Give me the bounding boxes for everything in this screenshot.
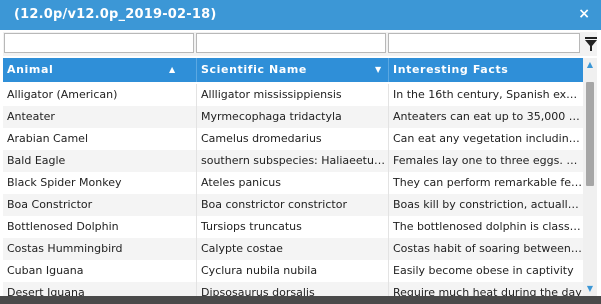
vertical-scrollbar[interactable]: ▲ ▼ bbox=[583, 58, 597, 296]
cell-animal[interactable]: Alligator (American) bbox=[3, 84, 196, 106]
table-row[interactable]: Anteater Myrmecophaga tridactyla Anteate… bbox=[3, 106, 583, 128]
table-row[interactable]: Alligator (American) Allligator mississi… bbox=[3, 84, 583, 106]
scroll-up-icon[interactable]: ▲ bbox=[583, 58, 597, 72]
filter-scientific-input[interactable] bbox=[197, 36, 385, 55]
cell-interesting-facts[interactable]: Females lay one to three eggs. Very rare… bbox=[388, 150, 583, 172]
cell-animal[interactable]: Anteater bbox=[3, 106, 196, 128]
table-row[interactable]: Bottlenosed Dolphin Tursiops truncatus T… bbox=[3, 216, 583, 238]
table-row[interactable]: Boa Constrictor Boa constrictor constric… bbox=[3, 194, 583, 216]
column-header-facts-label: Interesting Facts bbox=[393, 63, 509, 76]
cell-animal[interactable]: Black Spider Monkey bbox=[3, 172, 196, 194]
table-row[interactable]: Costas Hummingbird Calypte costae Costas… bbox=[3, 238, 583, 260]
sort-ascending-icon: ▲ bbox=[169, 65, 176, 74]
cell-interesting-facts[interactable]: Costas habit of soaring between flowers bbox=[388, 238, 583, 260]
scroll-down-icon[interactable]: ▼ bbox=[583, 282, 597, 296]
cell-animal[interactable]: Bald Eagle bbox=[3, 150, 196, 172]
filter-row bbox=[3, 32, 597, 56]
cell-animal[interactable]: Bottlenosed Dolphin bbox=[3, 216, 196, 238]
table-row[interactable]: Cuban Iguana Cyclura nubila nubila Easil… bbox=[3, 260, 583, 282]
cell-interesting-facts[interactable]: In the 16th century, Spanish explorers c… bbox=[388, 84, 583, 106]
cell-interesting-facts[interactable]: Anteaters can eat up to 35,000 ants a da… bbox=[388, 106, 583, 128]
column-header-interesting-facts[interactable]: Interesting Facts bbox=[389, 58, 583, 82]
table-row[interactable]: Bald Eagle southern subspecies: Haliaeet… bbox=[3, 150, 583, 172]
cell-animal[interactable]: Costas Hummingbird bbox=[3, 238, 196, 260]
cell-scientific-name[interactable]: southern subspecies: Haliaeetus leucocep… bbox=[196, 150, 388, 172]
cell-animal[interactable]: Desert Iguana bbox=[3, 282, 196, 296]
filter-funnel-icon[interactable] bbox=[585, 36, 597, 52]
cell-scientific-name[interactable]: Tursiops truncatus bbox=[196, 216, 388, 238]
cell-scientific-name[interactable]: Boa constrictor constrictor bbox=[196, 194, 388, 216]
cell-scientific-name[interactable]: Calypte costae bbox=[196, 238, 388, 260]
dropdown-arrow-icon[interactable]: ▼ bbox=[375, 58, 382, 82]
cell-interesting-facts[interactable]: Easily become obese in captivity bbox=[388, 260, 583, 282]
table-row[interactable]: Desert Iguana Dipsosaurus dorsalis Requi… bbox=[3, 282, 583, 296]
grid-window: (12.0p/v12.0p_2019-02-18) × Animal ▲ Sci… bbox=[0, 0, 601, 304]
column-header-scientific-label: Scientific Name bbox=[201, 63, 307, 76]
filter-animal[interactable] bbox=[4, 33, 194, 55]
cell-scientific-name[interactable]: Cyclura nubila nubila bbox=[196, 260, 388, 282]
filter-animal-input[interactable] bbox=[5, 36, 193, 55]
cell-scientific-name[interactable]: Allligator mississippiensis bbox=[196, 84, 388, 106]
column-header-animal-label: Animal bbox=[7, 63, 54, 76]
cell-scientific-name[interactable]: Myrmecophaga tridactyla bbox=[196, 106, 388, 128]
cell-interesting-facts[interactable]: They can perform remarkable feats in the… bbox=[388, 172, 583, 194]
column-header-scientific-name[interactable]: Scientific Name ▼ bbox=[197, 58, 388, 82]
cell-interesting-facts[interactable]: Can eat any vegetation including thorny … bbox=[388, 128, 583, 150]
cell-animal[interactable]: Boa Constrictor bbox=[3, 194, 196, 216]
title-bar: (12.0p/v12.0p_2019-02-18) × bbox=[0, 0, 601, 30]
cell-scientific-name[interactable]: Ateles panicus bbox=[196, 172, 388, 194]
cell-animal[interactable]: Cuban Iguana bbox=[3, 260, 196, 282]
cell-scientific-name[interactable]: Dipsosaurus dorsalis bbox=[196, 282, 388, 296]
cell-interesting-facts[interactable]: Boas kill by constriction, actually suff… bbox=[388, 194, 583, 216]
scrollbar-thumb[interactable] bbox=[586, 82, 594, 186]
cell-animal[interactable]: Arabian Camel bbox=[3, 128, 196, 150]
column-header-row: Animal ▲ Scientific Name ▼ Interesting F… bbox=[3, 58, 583, 82]
cell-scientific-name[interactable]: Camelus dromedarius bbox=[196, 128, 388, 150]
filter-facts[interactable] bbox=[388, 33, 580, 55]
filter-scientific[interactable] bbox=[196, 33, 386, 55]
column-header-animal[interactable]: Animal ▲ bbox=[3, 58, 196, 82]
grid-body: Alligator (American) Allligator mississi… bbox=[3, 84, 583, 296]
table-row[interactable]: Arabian Camel Camelus dromedarius Can ea… bbox=[3, 128, 583, 150]
table-row[interactable]: Black Spider Monkey Ateles panicus They … bbox=[3, 172, 583, 194]
cell-interesting-facts[interactable]: Require much heat during the day bbox=[388, 282, 583, 296]
window-title: (12.0p/v12.0p_2019-02-18) bbox=[14, 7, 217, 22]
bottom-bar bbox=[0, 296, 601, 304]
cell-interesting-facts[interactable]: The bottlenosed dolphin is classified as… bbox=[388, 216, 583, 238]
filter-facts-input[interactable] bbox=[389, 36, 579, 55]
close-icon[interactable]: × bbox=[578, 6, 590, 22]
